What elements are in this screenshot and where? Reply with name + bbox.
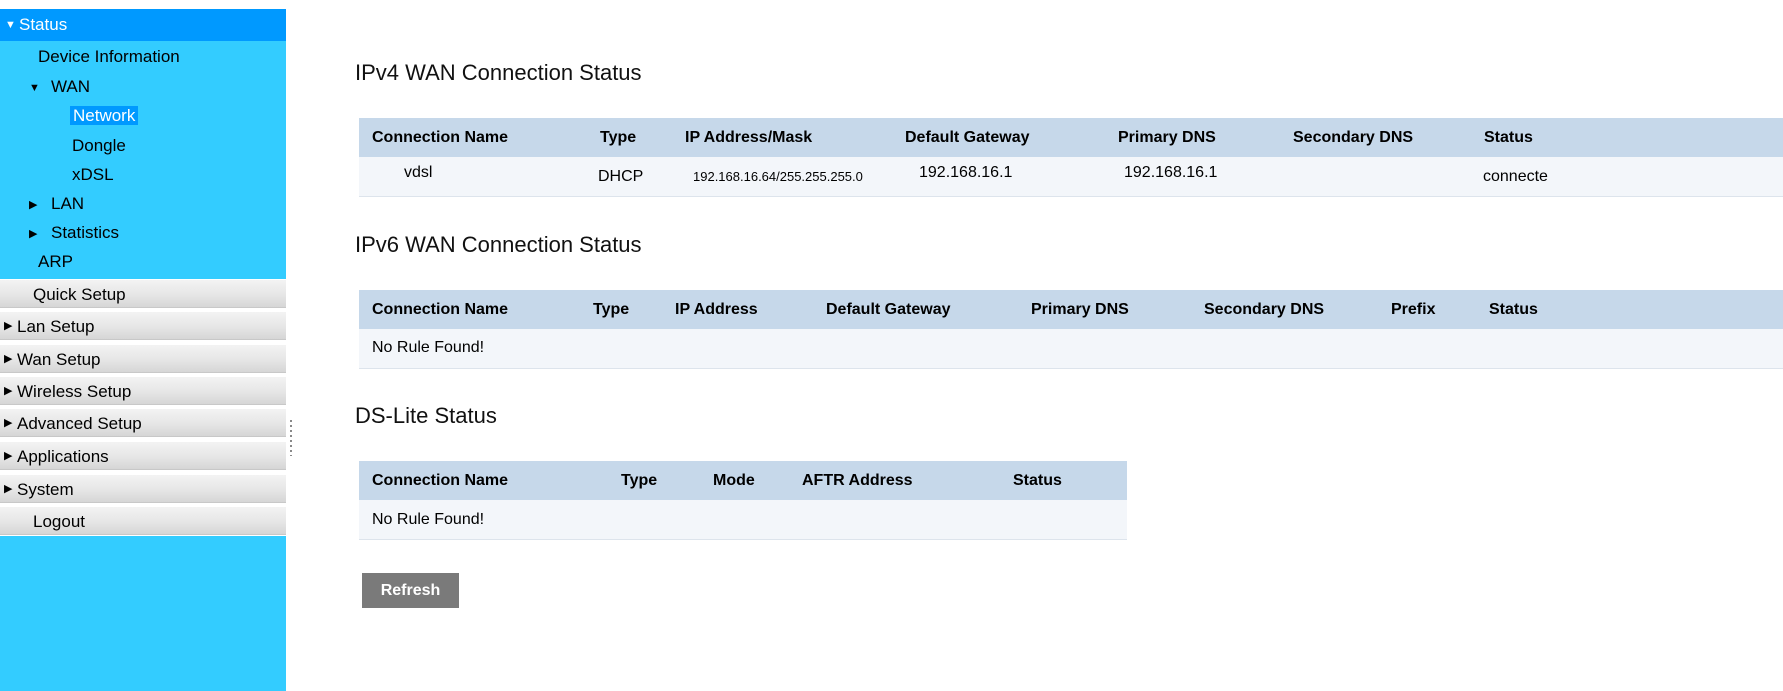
sidebar-item-label: Dongle <box>72 136 126 155</box>
column-header: Secondary DNS <box>1204 301 1325 318</box>
sidebar-item-label: Device Information <box>38 47 180 66</box>
ipv6-table-header: Connection Name Type IP Address Default … <box>359 290 1783 329</box>
sidebar-item-label: xDSL <box>72 165 114 184</box>
menu-logout[interactable]: Logout <box>0 506 286 535</box>
menu-label: Lan Setup <box>17 317 95 336</box>
menu-label: Logout <box>33 512 85 531</box>
ipv4-section-title: IPv4 WAN Connection Status <box>355 60 642 85</box>
caret-right-icon: ▶ <box>4 450 13 462</box>
empty-message: No Rule Found! <box>372 339 485 356</box>
column-header: Mode <box>713 472 755 489</box>
column-header: Primary DNS <box>1031 301 1129 318</box>
menu-label: Advanced Setup <box>17 414 142 433</box>
sidebar-item-arp[interactable]: ARP <box>38 251 73 273</box>
sidebar-item-label: Statistics <box>51 223 120 242</box>
sidebar-item-label: WAN <box>51 77 91 96</box>
table-cell: 192.168.16.1 <box>1124 164 1218 181</box>
column-header: Status <box>1489 301 1538 318</box>
column-header: Prefix <box>1391 301 1436 318</box>
sidebar-item-label: Network <box>70 106 139 125</box>
menu-applications[interactable]: ▶ Applications <box>0 441 286 470</box>
menu-label: Quick Setup <box>33 285 126 304</box>
column-header: Connection Name <box>372 472 509 489</box>
column-header: IP Address <box>675 301 758 318</box>
menu-label: Wan Setup <box>17 350 101 369</box>
table-row: No Rule Found! <box>359 500 1127 540</box>
menu-label: Wireless Setup <box>17 382 132 401</box>
menu-wan-setup[interactable]: ▶ Wan Setup <box>0 344 286 373</box>
sidebar-item-status[interactable]: ▼ Status <box>0 9 286 41</box>
menu-label: Applications <box>17 447 109 466</box>
table-row: vdsl DHCP 192.168.16.64/255.255.255.0 19… <box>359 157 1783 197</box>
empty-message: No Rule Found! <box>372 511 485 528</box>
resize-grip-icon[interactable] <box>290 420 292 456</box>
column-header: AFTR Address <box>802 472 913 489</box>
menu-lan-setup[interactable]: ▶ Lan Setup <box>0 311 286 340</box>
column-header: Type <box>600 129 637 146</box>
sidebar-item-status-label: Status <box>19 15 68 34</box>
column-header: Default Gateway <box>905 129 1030 146</box>
dslite-section-title: DS-Lite Status <box>355 403 497 428</box>
refresh-button[interactable]: Refresh <box>362 573 459 608</box>
column-header: Type <box>621 472 658 489</box>
table-row: No Rule Found! <box>359 329 1783 369</box>
column-header: Secondary DNS <box>1293 129 1414 146</box>
column-header: Connection Name <box>372 129 509 146</box>
caret-right-icon: ▶ <box>4 353 13 365</box>
caret-right-icon: ▶ <box>4 320 13 332</box>
table-cell: connecte <box>1483 168 1548 185</box>
caret-right-icon: ▶ <box>29 228 38 240</box>
sidebar-item-wan[interactable]: ▼ WAN <box>29 76 90 100</box>
table-cell: 192.168.16.1 <box>919 164 1013 181</box>
caret-right-icon: ▶ <box>4 417 13 429</box>
menu-wireless-setup[interactable]: ▶ Wireless Setup <box>0 376 286 405</box>
sidebar-item-statistics[interactable]: ▶ Statistics <box>29 222 119 246</box>
sidebar: ▼ Status Device Information ▼ WAN Network… <box>0 0 286 691</box>
column-header: Default Gateway <box>826 301 951 318</box>
column-header: Status <box>1484 129 1533 146</box>
ipv6-section-title: IPv6 WAN Connection Status <box>355 232 642 257</box>
menu-advanced-setup[interactable]: ▶ Advanced Setup <box>0 408 286 437</box>
column-header: Status <box>1013 472 1062 489</box>
caret-right-icon: ▶ <box>29 199 38 211</box>
sidebar-item-device-information[interactable]: Device Information <box>38 46 180 68</box>
column-header: Connection Name <box>372 301 509 318</box>
table-cell: vdsl <box>404 164 433 181</box>
caret-right-icon: ▶ <box>4 483 13 495</box>
caret-down-icon: ▼ <box>5 19 16 31</box>
menu-quick-setup[interactable]: Quick Setup <box>0 279 286 308</box>
column-header: Primary DNS <box>1118 129 1216 146</box>
column-header: IP Address/Mask <box>685 129 813 146</box>
column-header: Type <box>593 301 630 318</box>
table-cell: 192.168.16.64/255.255.255.0 <box>693 169 863 184</box>
menu-system[interactable]: ▶ System <box>0 474 286 503</box>
sidebar-item-label: LAN <box>51 194 85 213</box>
caret-right-icon: ▶ <box>4 385 13 397</box>
sidebar-item-network[interactable]: Network <box>70 105 139 127</box>
sidebar-item-xdsl[interactable]: xDSL <box>72 164 114 186</box>
table-cell: DHCP <box>598 168 644 185</box>
sidebar-item-label: ARP <box>38 252 73 271</box>
menu-label: System <box>17 480 74 499</box>
ipv4-table-header: Connection Name Type IP Address/Mask Def… <box>359 118 1783 157</box>
sidebar-item-dongle[interactable]: Dongle <box>72 135 126 157</box>
sidebar-filler <box>0 536 286 691</box>
dslite-table-header: Connection Name Type Mode AFTR Address S… <box>359 461 1127 500</box>
sidebar-item-lan[interactable]: ▶ LAN <box>29 193 84 217</box>
caret-down-icon: ▼ <box>29 82 40 94</box>
